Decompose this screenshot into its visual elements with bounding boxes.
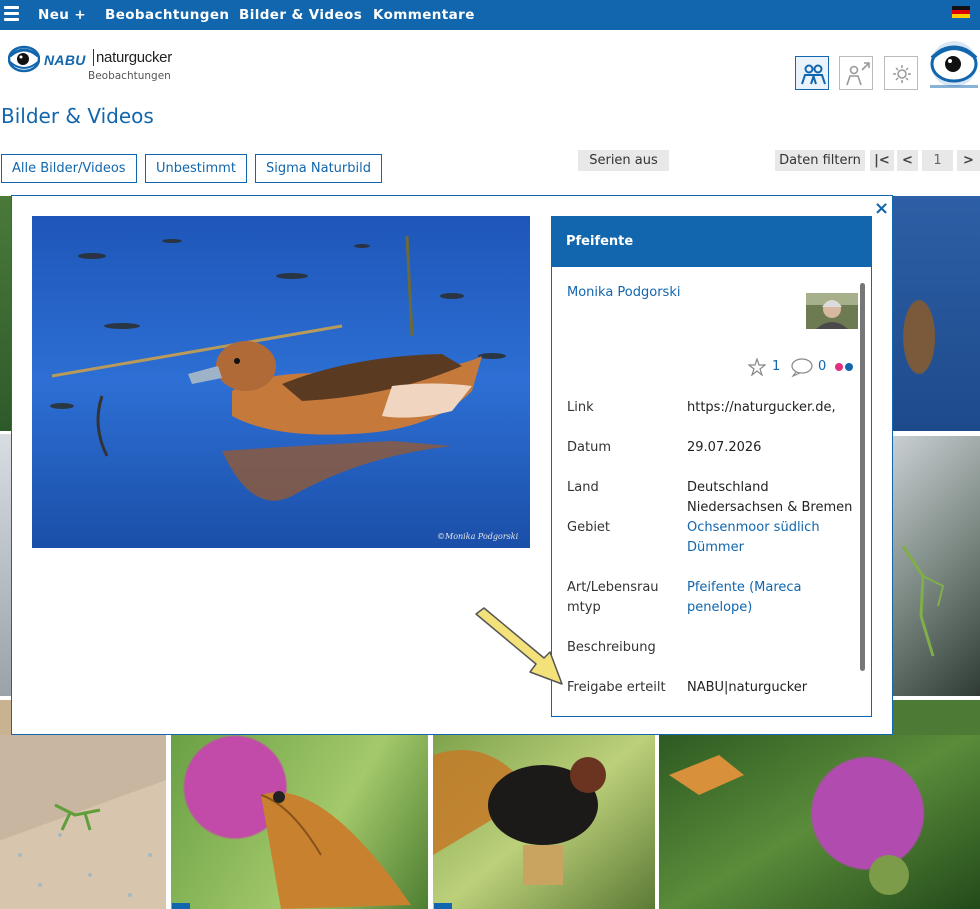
release-label: Freigabe erteilt	[567, 680, 666, 695]
photo-watermark: ©Monika Podgorski	[437, 532, 519, 541]
skipper-clover-art	[669, 755, 909, 895]
settings-icon	[893, 65, 911, 83]
logo-subtitle: Beobachtungen	[88, 70, 171, 82]
mantis-floor-art	[18, 803, 152, 897]
star-icon[interactable]	[748, 358, 766, 376]
page-title: Bilder & Videos	[1, 104, 154, 128]
series-toggle-button[interactable]: Serien aus	[578, 150, 669, 171]
close-icon[interactable]: ×	[874, 198, 889, 219]
author-link[interactable]: Monika Podgorski	[567, 285, 680, 300]
mantis-thumbnail-art	[901, 545, 945, 657]
species-label-line1: Art/Lebensrau	[567, 580, 659, 595]
settings-button[interactable]	[884, 56, 918, 90]
gallery-thumbnail[interactable]	[0, 735, 166, 909]
pager-next-button[interactable]: >	[957, 150, 980, 171]
main-photo[interactable]: ©Monika Podgorski	[32, 216, 530, 548]
logo-eye-icon	[8, 45, 40, 73]
logo-nabu[interactable]: NABU	[44, 52, 86, 68]
species-link-line2[interactable]: penelope)	[687, 598, 752, 618]
flag-de-icon[interactable]	[952, 6, 970, 18]
gallery-thumbnail[interactable]	[171, 735, 428, 909]
species-label-line2: mtyp	[567, 600, 601, 615]
nav-item-images-videos[interactable]: Bilder & Videos	[239, 7, 362, 23]
gallery-thumbnail[interactable]	[659, 735, 980, 909]
link-label: Link	[567, 400, 594, 415]
filter-undetermined-button[interactable]: Unbestimmt	[145, 154, 247, 183]
thumb-badge	[172, 903, 190, 909]
description-label: Beschreibung	[567, 640, 656, 655]
dots-icon[interactable]	[834, 362, 858, 372]
hamburger-icon[interactable]	[4, 6, 19, 22]
duck-photo-art: ©Monika Podgorski	[32, 216, 530, 548]
pager-prev-button[interactable]: <	[897, 150, 918, 171]
date-value: 29.07.2026	[687, 440, 762, 455]
user-export-button[interactable]	[839, 56, 873, 90]
avatar-art	[806, 293, 858, 329]
species-link-line1[interactable]: Pfeifente (Mareca	[687, 578, 802, 598]
filter-all-button[interactable]: Alle Bilder/Videos	[1, 154, 137, 183]
data-filter-button[interactable]: Daten filtern	[775, 150, 865, 171]
detail-panel: Pfeifente Monika Podgorski 1 0 Link http…	[551, 216, 872, 717]
country-value: Deutschland	[687, 480, 769, 495]
link-value[interactable]: https://naturgucker.de,	[687, 398, 836, 418]
user-export-icon	[846, 62, 870, 86]
logo-brand[interactable]: naturgucker	[96, 49, 172, 66]
gallery-thumbnail[interactable]	[0, 196, 11, 431]
area-link-line1[interactable]: Ochsenmoor südlich	[687, 518, 820, 538]
annotation-arrow-icon	[475, 607, 563, 685]
nav-item-new[interactable]: Neu +	[38, 7, 86, 23]
release-value: NABU|naturgucker	[687, 680, 808, 695]
thumb-badge	[434, 903, 452, 909]
likes-count: 1	[772, 359, 781, 374]
top-navigation-bar: Neu + Beobachtungen Bilder & Videos Komm…	[0, 0, 980, 30]
nav-item-comments[interactable]: Kommentare	[373, 7, 475, 23]
filter-sigma-button[interactable]: Sigma Naturbild	[255, 154, 382, 183]
country-label: Land	[567, 480, 599, 495]
pager-first-button[interactable]: |<	[870, 150, 894, 171]
area-link-line2[interactable]: Dümmer	[687, 538, 744, 558]
comment-icon[interactable]	[790, 357, 814, 377]
logo-separator	[93, 49, 94, 66]
gallery-thumbnail[interactable]	[433, 735, 655, 909]
gallery-thumbnail[interactable]	[893, 196, 980, 431]
users-button[interactable]	[795, 56, 829, 90]
users-icon	[801, 64, 826, 85]
gallery-thumbnail[interactable]	[893, 436, 980, 696]
pager-current-page[interactable]: 1	[922, 150, 953, 171]
panel-scrollbar[interactable]	[860, 283, 865, 671]
gallery-thumbnail[interactable]	[0, 434, 11, 696]
area-label: Gebiet	[567, 520, 611, 535]
nav-item-observations[interactable]: Beobachtungen	[105, 7, 229, 23]
detail-panel-title: Pfeifente	[552, 217, 871, 267]
comments-count: 0	[818, 359, 827, 374]
date-label: Datum	[567, 440, 611, 455]
region-value: Niedersachsen & Bremen	[687, 500, 853, 515]
author-avatar[interactable]	[806, 293, 858, 329]
hoverfly-thumbnail-art	[433, 750, 606, 885]
naturgucker-badge-icon[interactable]	[928, 40, 980, 92]
butterfly-thumbnail-art	[260, 791, 411, 909]
